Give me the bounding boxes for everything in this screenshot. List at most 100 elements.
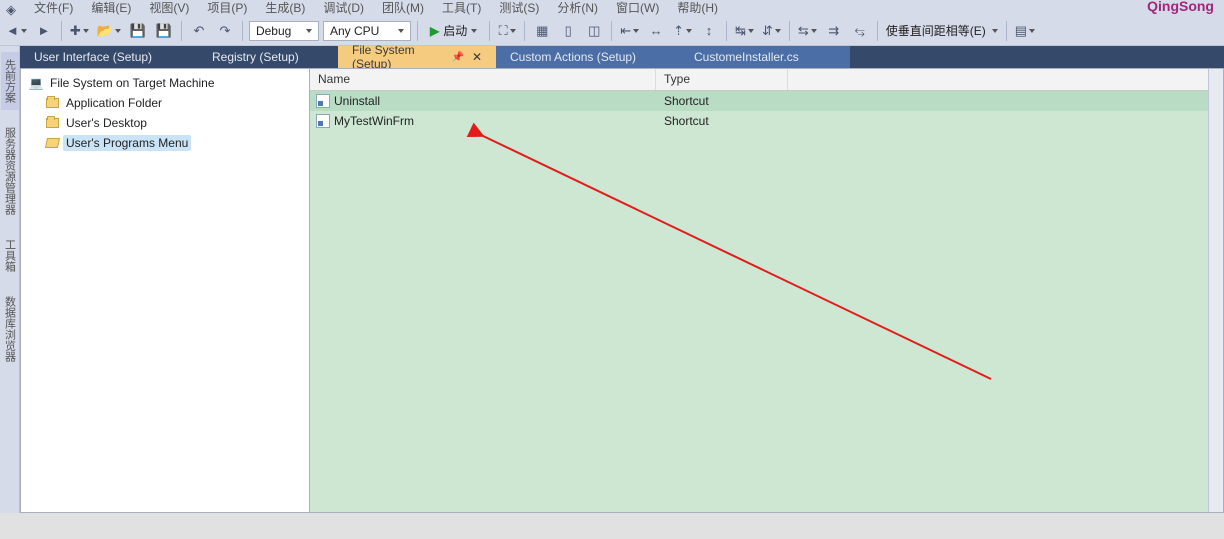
hspace-remove-button[interactable]: ⥃ <box>849 20 871 42</box>
left-toolwell: 先前方案 服务器资源管理器 工具箱 数据库浏览器 <box>0 46 20 513</box>
toolbar-sep <box>417 21 418 41</box>
tree-item-label: User's Programs Menu <box>63 135 191 151</box>
open-file-button[interactable]: 📂 <box>95 20 123 42</box>
tree-root[interactable]: 💻 File System on Target Machine <box>21 73 309 93</box>
pin-icon[interactable]: 📌 <box>451 52 463 63</box>
nav-forward-button[interactable]: ► <box>33 20 55 42</box>
tree-root-label: File System on Target Machine <box>47 75 218 91</box>
hspace-equal-button[interactable]: ⇆ <box>796 20 819 42</box>
hspace-inc-button[interactable]: ⇉ <box>823 20 845 42</box>
editor-content: 💻 File System on Target Machine Applicat… <box>20 68 1224 513</box>
toolwell-tab-3[interactable]: 工具箱 <box>1 232 19 279</box>
toolbar-sep <box>524 21 525 41</box>
menu-test[interactable]: 测试(S) <box>499 0 539 16</box>
undo-button[interactable]: ↶ <box>188 20 210 42</box>
tab-label: CustomeInstaller.cs <box>694 50 799 64</box>
save-all-button[interactable]: 💾 <box>153 20 175 42</box>
vs-logo-icon: ◈ <box>6 3 16 16</box>
redo-button[interactable]: ↷ <box>214 20 236 42</box>
menu-team[interactable]: 团队(M) <box>382 0 424 16</box>
toolbar-sep <box>726 21 727 41</box>
tab-label: Custom Actions (Setup) <box>510 50 636 64</box>
row-type: Shortcut <box>656 94 788 108</box>
toolwell-tab-2[interactable]: 服务器资源管理器 <box>1 120 19 222</box>
menu-file[interactable]: 文件(F) <box>34 0 73 16</box>
tab-custom-installer[interactable]: CustomeInstaller.cs <box>680 46 850 68</box>
account-name[interactable]: QingSong <box>1147 0 1214 14</box>
list-row[interactable]: Uninstall Shortcut <box>310 91 1223 111</box>
close-icon[interactable]: ✕ <box>472 50 482 64</box>
folder-open-icon <box>45 136 59 150</box>
platform-dropdown[interactable]: Any CPU <box>323 21 411 41</box>
play-icon: ▶ <box>430 24 439 38</box>
menu-help[interactable]: 帮助(H) <box>677 0 718 16</box>
menu-project[interactable]: 项目(P) <box>207 0 247 16</box>
column-header-type[interactable]: Type <box>656 69 788 90</box>
config-value: Debug <box>256 24 291 38</box>
layout-btn-2[interactable]: ▯ <box>557 20 579 42</box>
document-frame: User Interface (Setup) Registry (Setup) … <box>20 46 1224 513</box>
row-type: Shortcut <box>656 114 788 128</box>
toolbar-sep <box>789 21 790 41</box>
folder-icon <box>45 116 59 130</box>
tab-custom-actions[interactable]: Custom Actions (Setup) <box>496 46 680 68</box>
tab-user-interface[interactable]: User Interface (Setup) <box>20 46 198 68</box>
menu-edit[interactable]: 编辑(E) <box>91 0 131 16</box>
tab-file-system[interactable]: File System (Setup) 📌 ✕ <box>338 46 496 68</box>
folder-icon <box>45 96 59 110</box>
tree-item-application-folder[interactable]: Application Folder <box>21 93 309 113</box>
layout-btn-1[interactable]: ▦ <box>531 20 553 42</box>
shortcut-icon <box>316 94 330 108</box>
toolwell-tab-1[interactable]: 先前方案 <box>1 52 19 110</box>
menu-debug[interactable]: 调试(D) <box>323 0 364 16</box>
config-dropdown[interactable]: Debug <box>249 21 319 41</box>
machine-icon: 💻 <box>29 76 43 90</box>
filesystem-listview: Name Type Uninstall Shortcut MyTestWinFr… <box>310 69 1223 512</box>
toolbar-sep <box>61 21 62 41</box>
list-header: Name Type <box>310 69 1223 91</box>
platform-value: Any CPU <box>330 24 379 38</box>
menu-tools[interactable]: 工具(T) <box>442 0 481 16</box>
filesystem-tree: 💻 File System on Target Machine Applicat… <box>21 69 310 512</box>
toolbar-sep <box>489 21 490 41</box>
menu-build[interactable]: 生成(B) <box>265 0 305 16</box>
tree-item-users-programs-menu[interactable]: User's Programs Menu <box>21 133 309 153</box>
tab-label: File System (Setup) <box>352 43 443 71</box>
menubar: ◈ 文件(F) 编辑(E) 视图(V) 项目(P) 生成(B) 调试(D) 团队… <box>0 0 1224 16</box>
tree-item-label: User's Desktop <box>63 115 150 131</box>
processes-button[interactable]: ⛶ <box>496 20 518 42</box>
row-name: MyTestWinFrm <box>334 114 414 128</box>
start-label: 启动 <box>443 22 467 39</box>
main-toolbar: ◄ ► ✚ 📂 💾 💾 ↶ ↷ Debug Any CPU ▶ 启动 ⛶ ▦ ▯… <box>0 16 1224 46</box>
toolwell-tab-4[interactable]: 数据库浏览器 <box>1 289 19 369</box>
tree-item-label: Application Folder <box>63 95 165 111</box>
tab-registry[interactable]: Registry (Setup) <box>198 46 338 68</box>
document-tabs: User Interface (Setup) Registry (Setup) … <box>20 46 1224 68</box>
align-center-v-button[interactable]: ↕ <box>698 20 720 42</box>
vspace-equal-button[interactable]: 使垂直间距相等(E) <box>884 20 1000 42</box>
menu-view[interactable]: 视图(V) <box>149 0 189 16</box>
layout-btn-3[interactable]: ◫ <box>583 20 605 42</box>
size-height-button[interactable]: ⇵ <box>760 20 783 42</box>
toolbar-sep <box>877 21 878 41</box>
align-top-button[interactable]: ⇡ <box>671 20 694 42</box>
column-header-name[interactable]: Name <box>310 69 656 90</box>
shortcut-icon <box>316 114 330 128</box>
menu-window[interactable]: 窗口(W) <box>616 0 659 16</box>
align-left-button[interactable]: ⇤ <box>618 20 641 42</box>
list-row[interactable]: MyTestWinFrm Shortcut <box>310 111 1223 131</box>
toolbar-sep <box>611 21 612 41</box>
tab-label: User Interface (Setup) <box>34 50 152 64</box>
tree-item-users-desktop[interactable]: User's Desktop <box>21 113 309 133</box>
nav-back-button[interactable]: ◄ <box>4 20 29 42</box>
new-item-button[interactable]: ✚ <box>68 20 91 42</box>
tab-order-button[interactable]: ▤ <box>1013 20 1037 42</box>
menu-analyze[interactable]: 分析(N) <box>557 0 598 16</box>
vspace-label: 使垂直间距相等(E) <box>886 22 986 39</box>
column-header-spacer <box>788 69 1223 90</box>
start-debug-button[interactable]: ▶ 启动 <box>424 20 483 42</box>
align-center-h-button[interactable]: ↔ <box>645 20 667 42</box>
tab-label: Registry (Setup) <box>212 50 299 64</box>
size-width-button[interactable]: ↹ <box>733 20 756 42</box>
save-button[interactable]: 💾 <box>127 20 149 42</box>
